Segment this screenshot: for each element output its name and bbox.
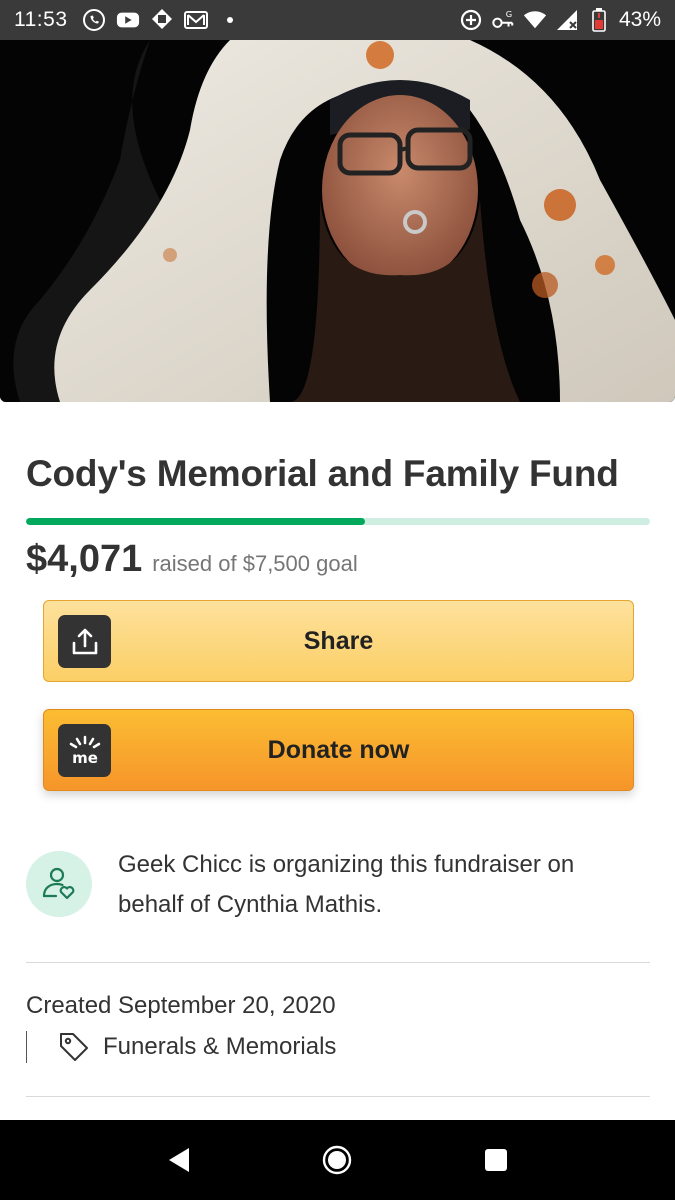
organizer-text: Geek Chicc is organizing this fundraiser… (118, 851, 575, 918)
whatsapp-icon (82, 8, 106, 32)
category[interactable]: Funerals & Memorials (26, 1030, 336, 1064)
created-date: Created September 20, 2020 (26, 992, 336, 1019)
wifi-icon (523, 8, 547, 32)
progress-bar (26, 518, 650, 525)
progress-bar-fill (26, 518, 365, 525)
bank-icon (150, 8, 174, 32)
share-button[interactable]: Share (43, 600, 634, 682)
gofundme-logo-icon: me (58, 724, 111, 777)
recents-icon[interactable] (476, 1140, 516, 1180)
share-button-label: Share (303, 626, 374, 655)
battery-percentage: 43% (618, 8, 661, 31)
divider (26, 962, 650, 963)
divider (26, 1096, 650, 1097)
notification-icons (82, 8, 242, 32)
raised-amount: $4,071 (26, 538, 143, 580)
campaign-title: Cody's Memorial and Family Fund (26, 453, 619, 494)
share-icon (58, 615, 111, 668)
battery-icon (587, 8, 611, 32)
back-icon[interactable] (159, 1140, 199, 1180)
system-icons: G 43% (459, 8, 661, 32)
signal-icon (555, 8, 579, 32)
dot-icon (218, 8, 242, 32)
donate-button[interactable]: me Donate now (43, 709, 634, 791)
navigation-bar (0, 1120, 675, 1200)
gmail-icon (183, 8, 208, 32)
goal-text: raised of $7,500 goal (152, 551, 358, 576)
user-heart-icon (42, 867, 75, 900)
organizer-info: Geek Chicc is organizing this fundraiser… (26, 845, 656, 925)
svg-text:G: G (506, 9, 512, 19)
status-time: 11:53 (14, 8, 68, 31)
hero-photo-graphic (0, 40, 675, 402)
organizer-avatar (26, 851, 92, 917)
svg-text:me: me (72, 749, 98, 767)
status-bar: 11:53 G 43% (0, 0, 675, 40)
tag-icon (60, 1033, 88, 1061)
vpn-key-icon: G (491, 8, 515, 32)
category-label[interactable]: Funerals & Memorials (103, 1033, 336, 1061)
home-icon[interactable] (317, 1140, 357, 1180)
hero-photo (0, 40, 675, 402)
raised-summary: $4,071 raised of $7,500 goal (26, 538, 358, 581)
category-divider (26, 1031, 27, 1063)
donate-button-label: Donate now (267, 735, 410, 764)
youtube-icon (116, 8, 140, 32)
data-saver-icon (459, 8, 483, 32)
